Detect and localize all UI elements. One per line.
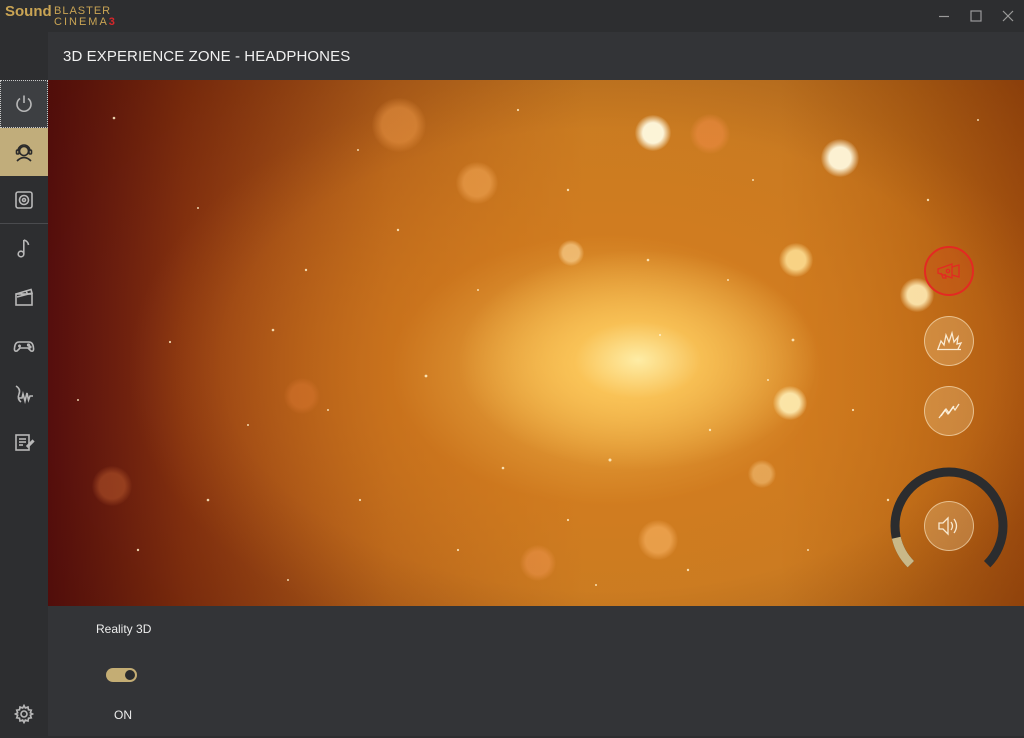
logo-word-cinema: CINEMA3: [54, 16, 115, 28]
toggle-state-label: ON: [114, 708, 132, 722]
speaker-icon: [15, 190, 33, 209]
sparkle-field: [77, 108, 979, 586]
sidebar-item-music[interactable]: [0, 224, 48, 272]
explosion-button[interactable]: [924, 316, 974, 366]
sidebar-item-power[interactable]: [0, 80, 48, 128]
zigzag-arrow-button[interactable]: [924, 386, 974, 436]
explosion-icon: [937, 330, 963, 351]
title-bar: Sound BLASTER CINEMA3: [0, 0, 1024, 32]
zigzag-arrow-icon: [938, 403, 960, 419]
megaphone-button[interactable]: [924, 246, 974, 296]
close-button[interactable]: [992, 0, 1024, 32]
app-logo: Sound BLASTER CINEMA3: [5, 3, 135, 29]
reality-3d-toggle[interactable]: [106, 668, 137, 682]
gear-icon: [14, 704, 34, 724]
minimize-button[interactable]: [928, 0, 960, 32]
sidebar-item-voice[interactable]: [0, 370, 48, 418]
maximize-icon: [970, 10, 982, 22]
clapperboard-icon: [15, 288, 33, 306]
speaker-volume-icon: [938, 516, 958, 536]
logo-word-sound: Sound: [5, 3, 52, 20]
maximize-button[interactable]: [960, 0, 992, 32]
notes-edit-icon: [15, 434, 35, 451]
experience-visual: [48, 80, 1024, 606]
headphones-user-icon: [15, 144, 33, 162]
sidebar-item-movies[interactable]: [0, 273, 48, 321]
music-note-icon: [17, 239, 30, 258]
bottom-panel: Reality 3D ON: [48, 606, 1024, 736]
sidebar: [0, 32, 48, 736]
page-header: 3D EXPERIENCE ZONE - HEADPHONES: [48, 32, 1024, 80]
volume-dial[interactable]: [889, 466, 1009, 586]
sidebar-item-notes[interactable]: [0, 418, 48, 466]
feature-label: Reality 3D: [96, 622, 152, 636]
voice-waveform-icon: [15, 385, 33, 405]
close-icon: [1002, 10, 1014, 22]
logo-number: 3: [108, 16, 115, 28]
settings-button[interactable]: [0, 690, 48, 738]
speaker-volume-button[interactable]: [924, 501, 974, 551]
gamepad-icon: [13, 341, 35, 352]
toggle-knob: [125, 670, 135, 680]
page-title: 3D EXPERIENCE ZONE - HEADPHONES: [63, 48, 351, 65]
minimize-icon: [939, 15, 949, 18]
sidebar-item-games[interactable]: [0, 322, 48, 370]
sidebar-item-speakers[interactable]: [0, 176, 48, 224]
power-icon: [16, 95, 32, 112]
sidebar-item-headphones[interactable]: [0, 128, 48, 176]
megaphone-icon: [937, 263, 960, 279]
